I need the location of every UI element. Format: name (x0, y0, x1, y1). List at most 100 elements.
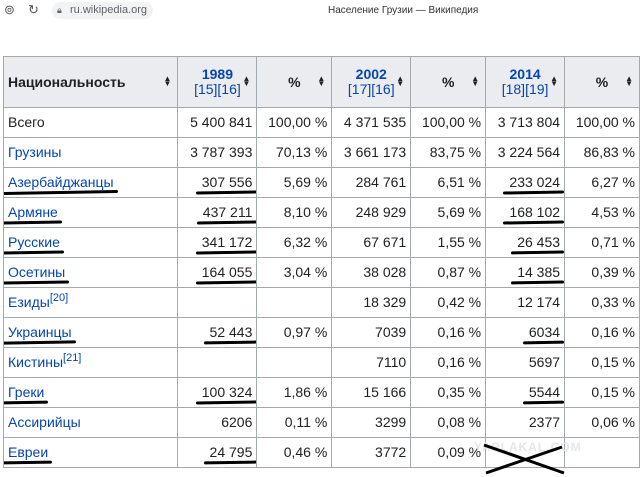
reload-icon[interactable]: ↻ (28, 3, 39, 17)
population-cell: 341 172 (177, 227, 258, 258)
nationality-cell[interactable]: Езиды[20] (2, 287, 179, 318)
cell-value: 52 443 (209, 324, 253, 340)
address-bar[interactable]: 🔒︎ ru.wikipedia.org (52, 2, 154, 19)
cell-value: 2377 (528, 414, 561, 430)
cell-value: 0,97 % (283, 324, 328, 340)
cell-value: 6,51 % (437, 174, 482, 190)
cell-value: 0,16 % (437, 354, 482, 370)
cell-value: 0,15 % (591, 354, 635, 370)
nationality-name[interactable]: Азербайджанцы (8, 175, 114, 190)
download-icon[interactable]: ⊚ (4, 3, 15, 17)
cell-value: 307 556 (201, 174, 253, 190)
sort-icon[interactable]: ▲ ▼ (242, 75, 250, 88)
cell-value: 6206 (221, 414, 253, 430)
sort-icon[interactable]: ▲ ▼ (550, 75, 558, 88)
sort-icon[interactable]: ▲ ▼ (396, 75, 404, 88)
population-cell: 5544 (485, 377, 566, 408)
header-pct-1989[interactable]: % ▲ ▼ (256, 56, 333, 108)
population-table: Национальность ▲ ▼ 1989 [15][16] ▲ ▼ % ▲ ▼ … (2, 56, 640, 468)
nationality-cell[interactable]: Ассирийцы (2, 407, 179, 438)
cell-value: 3 661 173 (343, 144, 407, 160)
header-1989[interactable]: 1989 [15][16] ▲ ▼ (177, 56, 258, 108)
cell-value: 3772 (375, 444, 407, 460)
cell-value: 18 329 (363, 294, 407, 310)
population-cell: 4 371 535 (331, 107, 412, 138)
nationality-cell[interactable]: Греки (2, 377, 179, 408)
cell-value: 0,08 % (437, 414, 482, 430)
footnote-ref[interactable]: [21] (63, 352, 81, 364)
cell-value: 3 787 393 (190, 144, 253, 160)
cell-value: 86,83 % (583, 144, 635, 160)
cell-value: 100,00 % (421, 114, 482, 130)
cell-value: 67 671 (363, 234, 407, 250)
header-nationality-label: Национальность (8, 73, 126, 90)
sort-icon[interactable]: ▲ ▼ (625, 75, 633, 88)
cell-value: 164 055 (201, 264, 253, 280)
cell-value: 5,69 % (283, 174, 328, 190)
population-cell: 3299 (331, 407, 412, 438)
cell-value: 26 453 (517, 234, 561, 250)
nationality-name[interactable]: Украинцы (8, 325, 72, 340)
nationality-cell[interactable]: Грузины (2, 137, 179, 168)
header-2014[interactable]: 2014 [18][19] ▲ ▼ (485, 56, 566, 108)
cell-value: 6,32 % (283, 234, 328, 250)
table-row: Русские 341 172 6,32 % 67 671 1,55 % 26 453 0,… (2, 227, 640, 258)
table-row: Всего 5 400 841 100,00 % 4 371 535 100,00 % 3… (2, 107, 640, 138)
footnote-ref[interactable]: [20] (50, 292, 68, 304)
cell-value: 0,16 % (437, 324, 482, 340)
sort-icon[interactable]: ▲ ▼ (471, 75, 479, 88)
cell-value: 24 795 (209, 444, 253, 460)
cell-value: 1,55 % (437, 234, 482, 250)
nationality-name[interactable]: Осетины (8, 265, 65, 280)
population-cell: 3772 (331, 437, 412, 468)
header-nationality[interactable]: Национальность ▲ ▼ (2, 56, 179, 108)
sort-icon[interactable]: ▲ ▼ (164, 75, 172, 88)
header-2002[interactable]: 2002 [17][16] ▲ ▼ (331, 56, 412, 108)
percent-cell (256, 287, 333, 318)
sort-icon[interactable]: ▲ ▼ (317, 75, 325, 88)
nationality-name[interactable]: Армяне (8, 205, 58, 220)
nationality-name: Всего (8, 114, 45, 130)
nationality-name[interactable]: Греки (8, 385, 44, 400)
nationality-cell[interactable]: Армяне (2, 197, 179, 228)
nationality-name[interactable]: Грузины (8, 144, 61, 160)
cell-value: 100,00 % (575, 114, 635, 130)
population-cell: 24 795 (177, 437, 258, 468)
table-row: Украинцы 52 443 0,97 % 7039 0,16 % 6034 0,16 % (2, 317, 640, 348)
population-cell: 233 024 (485, 167, 566, 198)
nationality-cell[interactable]: Русские (2, 227, 179, 258)
nationality-cell[interactable]: Евреи (2, 437, 179, 468)
nationality-cell[interactable]: Осетины (2, 257, 179, 288)
nationality-cell[interactable]: Азербайджанцы (2, 167, 179, 198)
cell-value: 284 761 (355, 174, 407, 190)
cell-value: 15 166 (363, 384, 407, 400)
percent-cell: 0,08 % (410, 407, 487, 438)
percent-cell: 4,53 % (564, 197, 640, 228)
nationality-name[interactable]: Русские (8, 235, 60, 250)
nationality-cell[interactable]: Кистины[21] (2, 347, 179, 378)
percent-cell (256, 347, 333, 378)
cell-value: 233 024 (509, 174, 561, 190)
cell-value: 70,13 % (275, 144, 328, 160)
header-pct-2002[interactable]: % ▲ ▼ (410, 56, 487, 108)
cell-value: 7110 (376, 354, 407, 370)
population-cell: 2377 (485, 407, 566, 438)
nationality-cell[interactable]: Украинцы (2, 317, 179, 348)
nationality-name[interactable]: Езиды (8, 294, 50, 310)
cell-value: 100,00 % (268, 114, 328, 130)
nationality-name[interactable]: Ассирийцы (8, 414, 81, 430)
population-cell: 6206 (177, 407, 258, 438)
population-cell: 3 787 393 (177, 137, 258, 168)
percent-cell: 0,46 % (256, 437, 333, 468)
cell-value: 6034 (528, 324, 561, 340)
header-pct-2014[interactable]: % ▲ ▼ (564, 56, 640, 108)
cell-value: 3,04 % (283, 264, 328, 280)
cell-value: 7039 (375, 324, 407, 340)
nationality-name[interactable]: Кистины (8, 354, 63, 370)
population-cell: 168 102 (485, 197, 566, 228)
population-cell: 3 661 173 (331, 137, 412, 168)
cell-value: 437 211 (202, 204, 253, 220)
nationality-name[interactable]: Евреи (8, 445, 48, 460)
population-cell: 284 761 (331, 167, 412, 198)
percent-cell: 6,32 % (256, 227, 333, 258)
